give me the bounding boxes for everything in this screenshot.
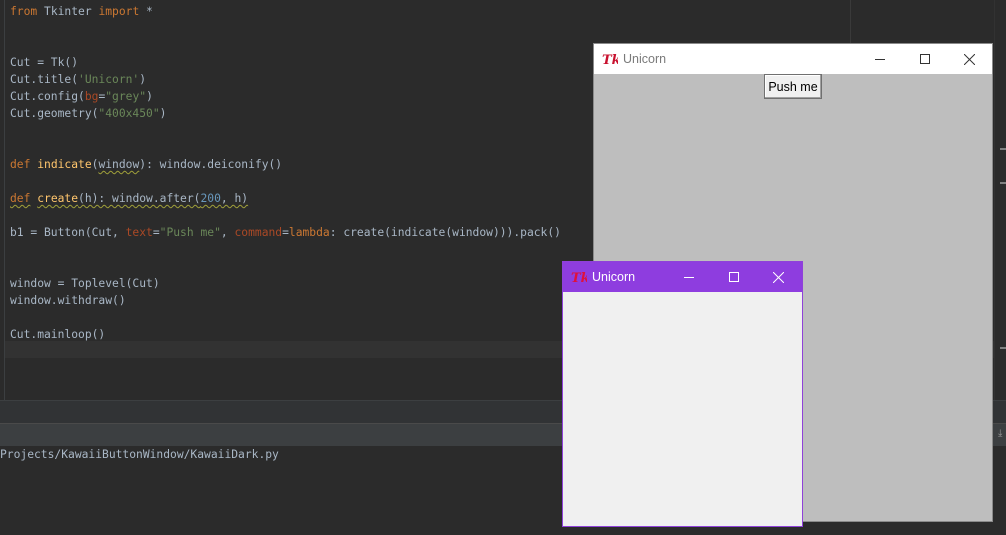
code-token: "grey" (105, 90, 147, 103)
minimize-icon (874, 59, 885, 60)
code-token: (h): window.after( (78, 192, 201, 205)
code-token: , (220, 226, 235, 239)
code-line[interactable]: Cut.title('Unicorn') (10, 71, 561, 88)
close-button[interactable] (756, 262, 801, 292)
minimize-button[interactable] (666, 262, 711, 292)
code-line[interactable]: window.withdraw() (10, 292, 561, 309)
toplevel-window-titlebar[interactable]: Tk Unicorn (563, 262, 802, 292)
toplevel-window-title: Unicorn (592, 270, 636, 284)
code-line[interactable]: from Tkinter import * (10, 3, 561, 20)
code-token: window = Toplevel(Cut) (10, 277, 160, 290)
tk-feather-icon: Tk (602, 53, 618, 67)
code-token: Cut.config( (10, 90, 85, 103)
close-icon (773, 271, 784, 283)
code-line[interactable] (10, 207, 561, 224)
code-token: ): window.deiconify() (139, 158, 283, 171)
code-line[interactable]: def indicate(window): window.deiconify() (10, 156, 561, 173)
code-line[interactable]: b1 = Button(Cut, text="Push me", command… (10, 224, 561, 241)
scroll-marker (1000, 347, 1006, 349)
code-token: indicate (37, 158, 92, 171)
code-token: Cut.geometry( (10, 107, 99, 120)
close-icon (964, 53, 975, 65)
code-line[interactable] (10, 122, 561, 139)
code-line[interactable] (10, 139, 561, 156)
maximize-button[interactable] (711, 262, 756, 292)
code-token: text (125, 226, 153, 239)
code-token: ) (159, 107, 167, 120)
code-token: ) (146, 90, 153, 103)
code-line[interactable]: Cut.geometry("400x450") (10, 105, 561, 122)
code-token: window.withdraw() (10, 294, 126, 307)
code-token: Cut.mainloop() (10, 328, 106, 341)
toplevel-window-body (563, 292, 802, 526)
code-token: "400x450" (98, 107, 160, 120)
scroll-to-end-icon[interactable]: ⤓ (998, 428, 1002, 439)
code-token: * (139, 5, 153, 18)
code-token: = (152, 226, 160, 239)
code-line[interactable]: Cut = Tk() (10, 54, 561, 71)
close-button[interactable] (947, 44, 992, 74)
code-line[interactable] (10, 173, 561, 190)
main-window-title: Unicorn (623, 52, 667, 66)
code-token: b1 = Button(Cut, (10, 226, 126, 239)
code-token: 'Unicorn' (78, 73, 140, 86)
code-token: command (234, 226, 283, 239)
code-token: 200 (200, 192, 221, 205)
push-me-button[interactable]: Push me (764, 74, 822, 99)
code-token: window (98, 158, 140, 171)
code-line[interactable] (10, 20, 561, 37)
code-line[interactable]: Cut.mainloop() (10, 326, 561, 343)
source-code[interactable]: from Tkinter import * Cut = Tk() Cut.titl… (10, 3, 561, 343)
code-token: ) (139, 73, 147, 86)
console-output-path: Projects/KawaiiButtonWindow/KawaiiDark.p… (0, 448, 279, 461)
code-line[interactable] (10, 258, 561, 275)
code-token: "Push me" (159, 226, 221, 239)
code-token: = (282, 226, 289, 239)
code-line[interactable] (10, 37, 561, 54)
code-token: from (10, 5, 38, 18)
code-token: bg (84, 90, 99, 103)
tk-feather-icon: Tk (571, 271, 587, 285)
editor-scroll-gutter[interactable] (994, 0, 1006, 400)
code-line[interactable]: window = Toplevel(Cut) (10, 275, 561, 292)
svg-text:Tk: Tk (571, 271, 587, 285)
minimize-button[interactable] (857, 44, 902, 74)
code-token: Cut.title( (10, 73, 79, 86)
code-token: Tkinter (37, 5, 99, 18)
code-token: import (98, 5, 140, 18)
main-window-titlebar[interactable]: Tk Unicorn (594, 44, 992, 74)
editor-gutter-divider (4, 0, 5, 400)
code-line[interactable] (10, 241, 561, 258)
scroll-marker (1000, 182, 1006, 184)
toplevel-tk-window[interactable]: Tk Unicorn (562, 261, 803, 527)
code-token: Cut = Tk() (10, 56, 79, 69)
code-token: def (10, 192, 31, 205)
code-line[interactable]: Cut.config(bg="grey") (10, 88, 561, 105)
code-token: def (10, 158, 31, 171)
code-line[interactable] (10, 309, 561, 326)
code-token: lambda (288, 226, 330, 239)
code-token: create (37, 192, 79, 205)
maximize-icon (919, 54, 930, 64)
code-token: : create(indicate(window))).pack() (329, 226, 561, 239)
code-line[interactable]: def create(h): window.after(200, h) (10, 190, 561, 207)
scroll-marker (1000, 148, 1006, 150)
maximize-icon (728, 272, 739, 282)
svg-text:Tk: Tk (602, 53, 618, 67)
maximize-button[interactable] (902, 44, 947, 74)
code-token: , h) (220, 192, 249, 205)
minimize-icon (683, 277, 694, 278)
